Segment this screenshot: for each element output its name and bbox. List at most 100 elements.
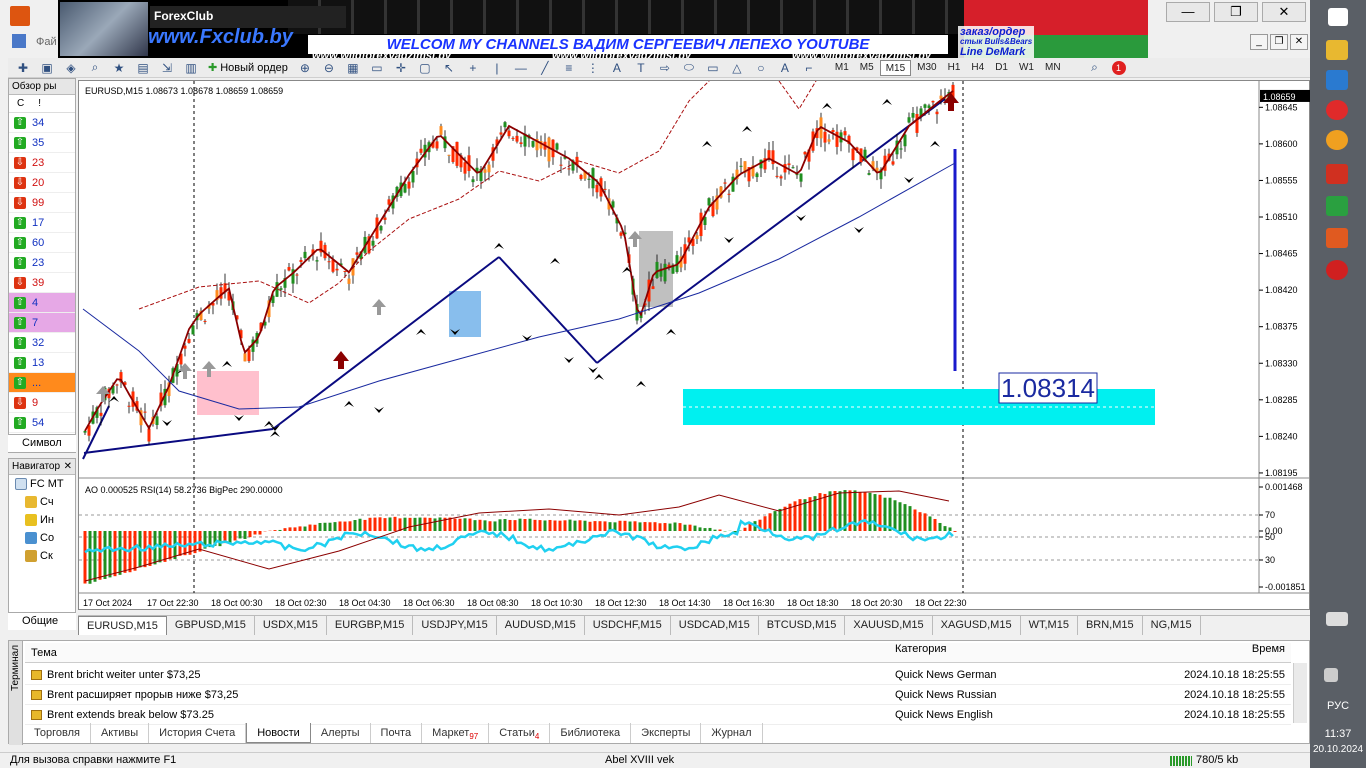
- clock-time[interactable]: 11:37: [1310, 728, 1366, 740]
- chart-window[interactable]: EURUSD,M15 1.08673 1.08678 1.08659 1.086…: [78, 62, 1311, 611]
- chart-tab[interactable]: XAGUSD,M15: [933, 616, 1021, 635]
- market-watch-row[interactable]: ⇧ 54: [9, 413, 75, 433]
- tester-icon[interactable]: ⇲: [156, 59, 178, 77]
- mdi-restore-button[interactable]: ❐: [1270, 34, 1288, 50]
- market-watch-row[interactable]: ⇩ 23: [9, 153, 75, 173]
- column-flag[interactable]: !: [38, 98, 41, 109]
- network-icon[interactable]: [1324, 668, 1338, 682]
- zoom-out-icon[interactable]: ⊖: [318, 59, 340, 77]
- terminal-tab[interactable]: Алерты: [311, 723, 371, 743]
- mdi-minimize-button[interactable]: _: [1250, 34, 1268, 50]
- shapes-icon[interactable]: ⬭: [678, 59, 700, 77]
- notifications-icon[interactable]: 1: [1108, 59, 1130, 77]
- record-icon[interactable]: [1326, 260, 1348, 280]
- column-time[interactable]: Время: [1149, 643, 1291, 662]
- navigator-item[interactable]: Сч: [9, 493, 75, 511]
- data-window-icon[interactable]: ⌕: [84, 59, 106, 77]
- clock-date[interactable]: 20.10.2024: [1310, 744, 1366, 755]
- start-icon[interactable]: [1328, 8, 1348, 26]
- timeframe-w1[interactable]: W1: [1014, 60, 1039, 76]
- timeframe-mn[interactable]: MN: [1040, 60, 1066, 76]
- navigator-item[interactable]: Ин: [9, 511, 75, 529]
- keyboard-icon[interactable]: [1326, 612, 1348, 626]
- language-indicator[interactable]: РУС: [1310, 700, 1366, 712]
- timeframe-m1[interactable]: M1: [830, 60, 854, 76]
- cursor-icon[interactable]: ↖: [438, 59, 460, 77]
- terminal-tab[interactable]: Новости: [246, 723, 311, 743]
- market-watch-row[interactable]: ⇧...: [9, 373, 75, 393]
- market-watch-row[interactable]: ⇩ 20: [9, 173, 75, 193]
- chart-tab[interactable]: EURGBP,M15: [327, 616, 414, 635]
- indicators-icon[interactable]: ✛: [390, 59, 412, 77]
- new-order-button[interactable]: ✚ Новый ордер: [204, 61, 292, 75]
- chart-tab[interactable]: USDCAD,M15: [671, 616, 759, 635]
- column-category[interactable]: Категория: [891, 643, 1149, 662]
- news-row[interactable]: Brent extends break below $73.25 Quick Ne…: [25, 705, 1291, 725]
- terminal-tab[interactable]: Статьи4: [489, 723, 551, 743]
- history-icon[interactable]: ▥: [180, 59, 202, 77]
- chart-tab[interactable]: XAUUSD,M15: [845, 616, 933, 635]
- chart-tab[interactable]: USDX,M15: [255, 616, 327, 635]
- chart-tab[interactable]: NG,M15: [1143, 616, 1201, 635]
- terminal-tab[interactable]: Торговля: [24, 723, 91, 743]
- timeframe-h4[interactable]: H4: [966, 60, 989, 76]
- market-watch-row[interactable]: ⇩ 39: [9, 273, 75, 293]
- rectangle-icon[interactable]: ▭: [702, 59, 724, 77]
- text-icon[interactable]: A: [606, 59, 628, 77]
- chart-tab[interactable]: USDCHF,M15: [585, 616, 671, 635]
- market-watch-row[interactable]: ⇧ 35: [9, 133, 75, 153]
- news-row[interactable]: Brent bricht weiter unter $73,25 Quick Ne…: [25, 665, 1291, 685]
- news-row[interactable]: Brent расширяет прорыв ниже $73,25 Quick …: [25, 685, 1291, 705]
- chart-tab[interactable]: USDJPY,M15: [413, 616, 497, 635]
- crosshair-icon[interactable]: +: [462, 59, 484, 77]
- news-scrollbar[interactable]: [1293, 663, 1307, 723]
- timeframe-m5[interactable]: M5: [855, 60, 879, 76]
- terminal-tab[interactable]: Эксперты: [631, 723, 702, 743]
- market-watch-row[interactable]: ⇧ 23: [9, 253, 75, 273]
- tab-symbols[interactable]: Символ: [8, 434, 76, 452]
- column-symbol[interactable]: С: [17, 98, 24, 109]
- triangle-icon[interactable]: △: [726, 59, 748, 77]
- market-watch-row[interactable]: ⇧ 7: [9, 313, 75, 333]
- price-chart[interactable]: EURUSD,M15 1.08673 1.08678 1.08659 1.086…: [79, 62, 1311, 611]
- terminal-tab[interactable]: Активы: [91, 723, 150, 743]
- new-chart-icon[interactable]: ✚: [12, 59, 34, 77]
- minimize-button[interactable]: —: [1166, 2, 1210, 22]
- tab-common[interactable]: Общие: [8, 612, 76, 630]
- calculator-icon[interactable]: [1326, 196, 1348, 216]
- mdi-close-button[interactable]: ✕: [1290, 34, 1308, 50]
- tile-icon[interactable]: ▦: [342, 59, 364, 77]
- navigator-root[interactable]: FC MT: [9, 475, 75, 493]
- market-watch-row[interactable]: ⇧ 4: [9, 293, 75, 313]
- template-icon[interactable]: ▢: [414, 59, 436, 77]
- chart-tab[interactable]: EURUSD,M15: [78, 616, 167, 635]
- restore-button[interactable]: ❐: [1214, 2, 1258, 22]
- advertising-banner[interactable]: ForexClub www.Fxclub.by WELCOM MY CHANNE…: [58, 0, 1148, 58]
- vertical-line-icon[interactable]: |: [486, 59, 508, 77]
- app-icon[interactable]: [10, 6, 30, 26]
- navigator-item[interactable]: Со: [9, 529, 75, 547]
- mt4-icon[interactable]: [1326, 228, 1348, 248]
- profiles-icon[interactable]: ▣: [36, 59, 58, 77]
- outlook-icon[interactable]: [1326, 70, 1348, 90]
- market-watch-row[interactable]: ⇧ 32: [9, 333, 75, 353]
- market-watch-row[interactable]: ⇧ 13: [9, 353, 75, 373]
- chart-tab[interactable]: BTCUSD,M15: [759, 616, 846, 635]
- arrows-icon[interactable]: ⇨: [654, 59, 676, 77]
- timeframe-m30[interactable]: M30: [912, 60, 941, 76]
- terminal-tab[interactable]: Журнал: [701, 723, 763, 743]
- chrome-icon[interactable]: [1326, 130, 1348, 150]
- sound-icon[interactable]: [1326, 164, 1348, 184]
- text-tool-icon[interactable]: A: [774, 59, 796, 77]
- terminal-tab[interactable]: Почта: [371, 723, 423, 743]
- close-button[interactable]: ✕: [1262, 2, 1306, 22]
- chart-tab[interactable]: AUDUSD,M15: [497, 616, 585, 635]
- chart-type-icon[interactable]: ▭: [366, 59, 388, 77]
- terminal-icon[interactable]: ▤: [132, 59, 154, 77]
- market-watch-icon[interactable]: ◈: [60, 59, 82, 77]
- terminal-tab[interactable]: История Счета: [149, 723, 247, 743]
- market-watch-row[interactable]: ⇧ 60: [9, 233, 75, 253]
- ellipse-icon[interactable]: ○: [750, 59, 772, 77]
- column-topic[interactable]: Тема: [25, 643, 891, 662]
- timeframe-h1[interactable]: H1: [943, 60, 966, 76]
